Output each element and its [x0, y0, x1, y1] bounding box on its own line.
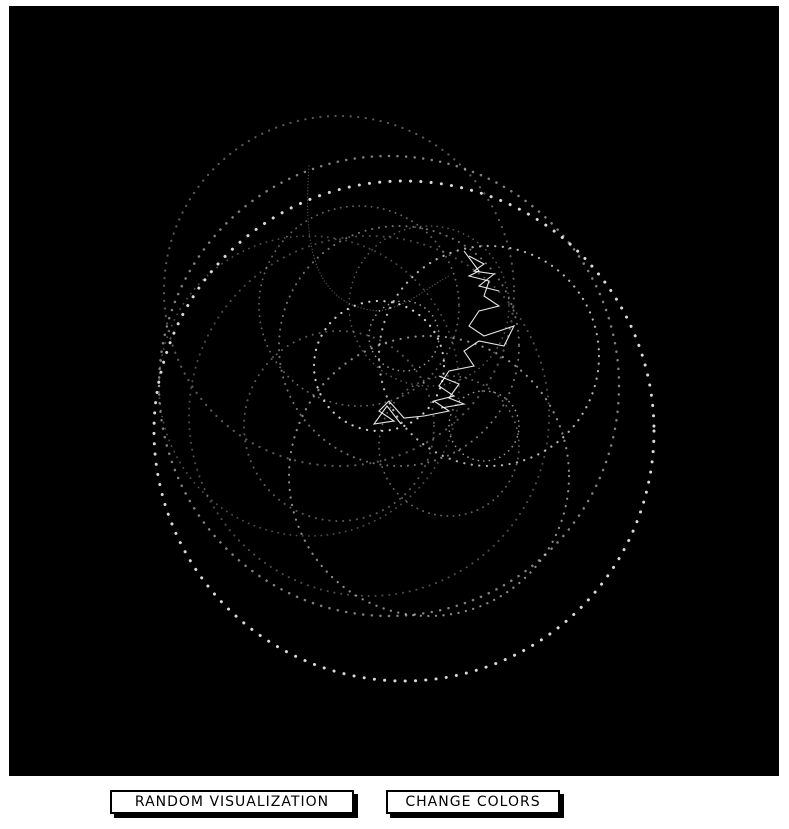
orbit-ring: [377, 244, 601, 468]
orbit-ring: [258, 205, 460, 407]
random-visualization-button[interactable]: RANDOM VISUALIZATION: [110, 790, 354, 814]
faint-curve: [307, 165, 450, 312]
orbit-ring: [162, 114, 516, 468]
control-bar: RANDOM VISUALIZATION CHANGE COLORS: [0, 788, 789, 822]
visualization-canvas: [9, 6, 779, 776]
orbit-ring: [157, 154, 621, 618]
orbit-visualization: [152, 114, 656, 683]
orbit-ring: [158, 235, 460, 537]
orbit-ring: [243, 330, 435, 522]
orbit-ring: [448, 390, 520, 462]
trail-path: [423, 250, 516, 417]
trail-path: [372, 400, 425, 425]
orbit-ring: [348, 225, 510, 387]
change-colors-button[interactable]: CHANGE COLORS: [386, 790, 560, 814]
